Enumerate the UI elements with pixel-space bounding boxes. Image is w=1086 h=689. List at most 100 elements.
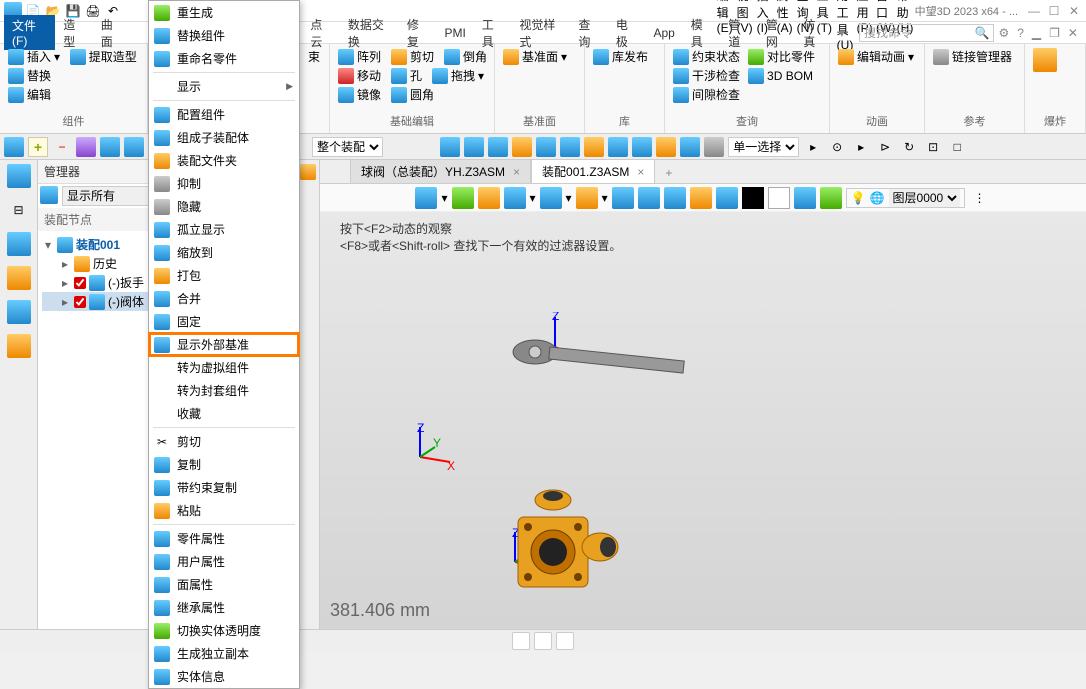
rb-datum[interactable]: 基准面 ▾ (503, 48, 567, 65)
cm-isolate[interactable]: 孤立显示 (149, 218, 299, 241)
cm-zoom[interactable]: 缩放到 (149, 241, 299, 264)
menu-window[interactable]: 窗口(W) (877, 2, 895, 20)
command-search[interactable]: 搜找命令🔍 (859, 24, 995, 42)
vt3-icon[interactable] (488, 137, 508, 157)
cm-suppress[interactable]: 抑制 (149, 172, 299, 195)
vtb4-icon[interactable] (504, 187, 526, 209)
play6-icon[interactable]: ⊡ (923, 137, 943, 157)
vt1-icon[interactable] (440, 137, 460, 157)
rb-mirror[interactable]: 镜像 (338, 86, 381, 103)
rb-replace[interactable]: 替换 (8, 67, 51, 84)
vt7-icon[interactable] (584, 137, 604, 157)
vtb5-icon[interactable] (540, 187, 562, 209)
inner-close-icon[interactable]: ✕ (1068, 26, 1078, 40)
side-box-icon[interactable] (7, 266, 31, 290)
cm-transp[interactable]: 切换实体透明度 (149, 619, 299, 642)
cm-paste[interactable]: 粘贴 (149, 499, 299, 522)
cm-virtual[interactable]: 转为虚拟组件 (149, 356, 299, 379)
side-tree-icon[interactable]: ⊟ (7, 198, 31, 222)
part-valve[interactable] (500, 472, 640, 612)
vtb12-icon[interactable] (794, 187, 816, 209)
rb-cons[interactable]: 束 (308, 48, 320, 65)
status-icon2[interactable] (534, 632, 552, 650)
side-user-icon[interactable] (7, 334, 31, 358)
minus-icon[interactable]: − (52, 137, 72, 157)
status-icon3[interactable] (556, 632, 574, 650)
vt10-icon[interactable] (656, 137, 676, 157)
vtb7-icon[interactable] (612, 187, 634, 209)
play3-icon[interactable]: ▸ (851, 137, 871, 157)
rb-array[interactable]: 阵列 (338, 48, 381, 65)
vt12-icon[interactable] (704, 137, 724, 157)
asm-select[interactable]: 整个装配 (312, 137, 383, 157)
cm-regen[interactable]: 重生成 (149, 1, 299, 24)
cm-copy-c[interactable]: 带约束复制 (149, 476, 299, 499)
explode-icon[interactable] (1033, 48, 1057, 72)
vtb9-icon[interactable] (664, 187, 686, 209)
vt11-icon[interactable] (680, 137, 700, 157)
cm-entity[interactable]: 实体信息 (149, 665, 299, 688)
inner-max-icon[interactable]: ❐ (1049, 26, 1060, 40)
menu-help[interactable]: 帮助(H) (897, 2, 915, 20)
play7-icon[interactable]: □ (947, 137, 967, 157)
settings-icon[interactable]: ⚙ (998, 26, 1009, 40)
rb-constraint[interactable]: 约束状态 (673, 48, 740, 65)
inner-min-icon[interactable]: ▁ (1032, 26, 1041, 40)
cm-config[interactable]: 配置组件 (149, 103, 299, 126)
tab1-close-icon[interactable]: × (513, 165, 520, 179)
cm-face-attr[interactable]: 面属性 (149, 573, 299, 596)
doc-tab-1[interactable]: 球阀（总装配）YH.Z3ASM× (350, 159, 531, 183)
rb-cut[interactable]: 剪切 (391, 48, 434, 65)
part-wrench[interactable] (510, 322, 690, 382)
rb-chamfer[interactable]: 倒角 (444, 48, 487, 65)
rb-gap[interactable]: 间隙检查 (673, 86, 740, 103)
vt9-icon[interactable] (632, 137, 652, 157)
vt6-icon[interactable] (560, 137, 580, 157)
rb-fillet[interactable]: 圆角 (391, 86, 434, 103)
viewport-canvas[interactable]: 按下<F2>动态的观察 <F8>或者<Shift-roll> 查找下一个有效的过… (320, 212, 1086, 629)
rb-edit[interactable]: 编辑 (8, 86, 51, 103)
add-icon[interactable]: + (28, 137, 48, 157)
rb-bom[interactable]: 3D BOM (748, 67, 813, 84)
rb-anim[interactable]: 编辑动画 ▾ (838, 48, 914, 65)
cm-rename[interactable]: 重命名零件 (149, 47, 299, 70)
vtb-more-icon[interactable]: ⋮ (969, 187, 991, 209)
part2-checkbox[interactable] (74, 296, 86, 308)
rb-compare[interactable]: 对比零件 (748, 48, 815, 65)
cm-fix[interactable]: 固定 (149, 310, 299, 333)
cm-fav[interactable]: 收藏 (149, 402, 299, 425)
rb-hole[interactable]: 孔 (391, 67, 422, 84)
cm-pack[interactable]: 打包 (149, 264, 299, 287)
cm-merge[interactable]: 合并 (149, 287, 299, 310)
vt2-icon[interactable] (464, 137, 484, 157)
filter-cube-icon[interactable] (40, 186, 58, 204)
status-icon1[interactable] (512, 632, 530, 650)
vtb1-icon[interactable] (415, 187, 437, 209)
cm-inherit[interactable]: 继承属性 (149, 596, 299, 619)
menu-app[interactable]: 应用(P) (857, 2, 875, 20)
play5-icon[interactable]: ↻ (899, 137, 919, 157)
rb-link[interactable]: 链接管理器 (933, 48, 1012, 65)
side-img-icon[interactable] (7, 300, 31, 324)
tab-pmi[interactable]: PMI (436, 24, 473, 42)
cm-user-attr[interactable]: 用户属性 (149, 550, 299, 573)
doc-tab-add[interactable]: + (655, 163, 682, 183)
play4-icon[interactable]: ⊳ (875, 137, 895, 157)
single-select[interactable]: 单一选择 (728, 137, 799, 157)
cm-ext-datum[interactable]: 显示外部基准 (149, 333, 299, 356)
doc-tab-2[interactable]: 装配001.Z3ASM× (531, 159, 655, 183)
cm-subasm[interactable]: 组成子装配体 (149, 126, 299, 149)
play2-icon[interactable]: ⊙ (827, 137, 847, 157)
rb-publish[interactable]: 库发布 (593, 48, 648, 65)
vtb2-icon[interactable] (452, 187, 474, 209)
layer-selector[interactable]: 💡🌐图层0000 (846, 188, 965, 208)
maximize-icon[interactable]: ☐ (1046, 4, 1062, 18)
cm-copy[interactable]: 复制 (149, 453, 299, 476)
vtb10-icon[interactable] (690, 187, 712, 209)
minimize-icon[interactable]: — (1026, 4, 1042, 18)
tog1-icon[interactable] (76, 137, 96, 157)
cm-envelope[interactable]: 转为封套组件 (149, 379, 299, 402)
vtb8-icon[interactable] (638, 187, 660, 209)
rb-insert[interactable]: 插入 ▾ 提取造型 (8, 48, 137, 65)
side-cube-icon[interactable] (7, 164, 31, 188)
